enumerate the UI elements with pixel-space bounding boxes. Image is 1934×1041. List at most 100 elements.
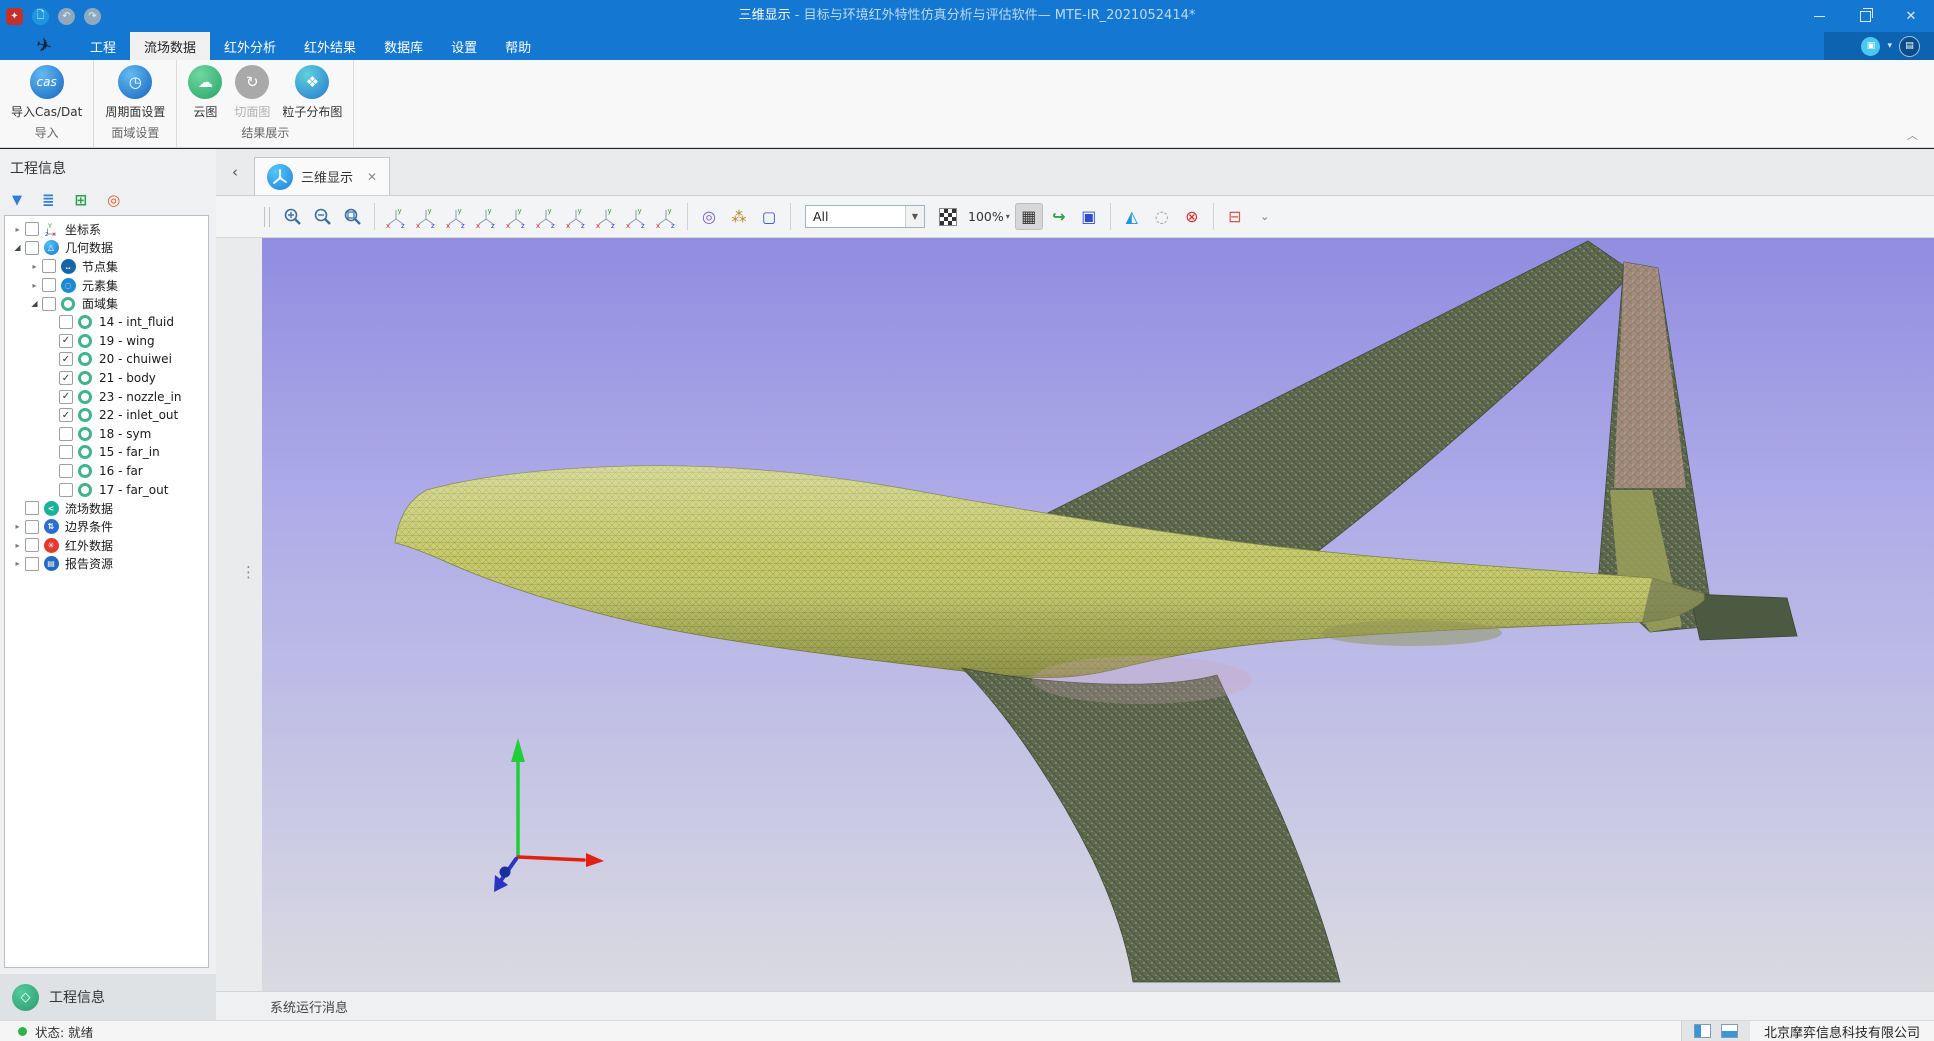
view-rotate-z-icon[interactable]: yxz [652,203,680,230]
tree-row[interactable]: ✓23 - nozzle_in [5,387,208,406]
view-rotate-y-icon[interactable]: yxz [622,203,650,230]
view-top-icon[interactable]: yxz [502,203,530,230]
particle-distribution-button[interactable]: ❖粒子分布图 [277,65,347,120]
tree-checkbox[interactable] [42,259,56,273]
expander-open-icon[interactable]: ◢ [27,299,42,308]
target-icon[interactable]: ◎ [107,193,120,208]
transparency-icon[interactable] [934,203,962,230]
smooth-icon[interactable]: ◌ [1148,203,1176,230]
mesh-toggle-icon[interactable]: ▦ [1015,203,1043,230]
particles-icon[interactable]: ⁂ [725,203,753,230]
toolbar-grip[interactable] [264,207,270,227]
undo-icon[interactable]: ↶ [58,8,75,25]
expander-closed-icon[interactable]: ▸ [27,262,42,271]
view-back-icon[interactable]: yxz [412,203,440,230]
expander-closed-icon[interactable]: ▸ [10,225,25,234]
section-box-icon[interactable]: ⊟ [1221,203,1249,230]
tree-row[interactable]: 14 - int_fluid [5,313,208,332]
tree-row[interactable]: 16 - far [5,462,208,481]
menu-item[interactable]: 流场数据 [130,32,210,60]
tab-3d-view[interactable]: 三维显示✕ [254,157,390,195]
periodic-surface-button[interactable]: ◷周期面设置 [100,65,170,120]
menu-item[interactable]: 红外结果 [290,32,370,60]
tree-row[interactable]: ▸‥节点集 [5,257,208,276]
tab-close-icon[interactable]: ✕ [367,170,377,184]
view-isometric-icon[interactable]: yxz [562,203,590,230]
tree-row[interactable]: ▸▤报告资源 [5,555,208,574]
splitter-handle-icon[interactable]: ⋮ [241,568,256,577]
select-box-icon[interactable]: ▢ [755,203,783,230]
expander-closed-icon[interactable]: ▸ [27,281,42,290]
view-left-icon[interactable]: yxz [442,203,470,230]
tree-checkbox[interactable] [42,278,56,292]
new-document-icon[interactable]: 🗋 [32,8,49,25]
tree-row[interactable]: ◢△几何数据 [5,239,208,258]
tree-row[interactable]: ✓22 - inlet_out [5,406,208,425]
zoom-in-icon[interactable] [279,203,307,230]
tree-row[interactable]: <流场数据 [5,499,208,518]
tree-checkbox[interactable] [59,483,73,497]
expander-closed-icon[interactable]: ▸ [10,559,25,568]
manual-book-icon[interactable]: ▤ [1899,36,1920,57]
expander-closed-icon[interactable]: ▸ [10,541,25,550]
tree-row[interactable]: ▸◌元素集 [5,276,208,295]
restore-button[interactable] [1842,0,1888,32]
menu-item[interactable]: 红外分析 [210,32,290,60]
tree-checkbox[interactable]: ✓ [59,390,73,404]
display-filter-select[interactable]: All▼ [805,205,925,228]
tree-row[interactable]: ▸Yzx坐标系 [5,220,208,239]
tree-checkbox[interactable]: ✓ [59,334,73,348]
import-casdat-button[interactable]: cas导入Cas/Dat [6,65,87,120]
minimize-button[interactable] [1796,0,1842,32]
tree-checkbox[interactable] [25,501,39,515]
tree-checkbox[interactable]: ✓ [59,408,73,422]
tree-row[interactable]: 15 - far_in [5,443,208,462]
grid-view-icon[interactable]: ⊞ [75,193,88,208]
expander-closed-icon[interactable]: ▸ [10,522,25,531]
tree-checkbox[interactable]: ✓ [59,352,73,366]
tree-row[interactable]: ✓19 - wing [5,332,208,351]
tree-checkbox[interactable] [59,445,73,459]
tree-checkbox[interactable] [59,427,73,441]
tree-checkbox[interactable] [42,297,56,311]
zoom-fit-icon[interactable] [339,203,367,230]
export-icon[interactable]: ↪ [1045,203,1073,230]
tree-checkbox[interactable] [25,520,39,534]
quick-view-icon[interactable]: ▣ [1861,37,1880,56]
view-right-icon[interactable]: yxz [472,203,500,230]
mirror-icon[interactable]: ◭ [1118,203,1146,230]
snapshot-icon[interactable]: ▣ [1075,203,1103,230]
view-front-icon[interactable]: yxz [382,203,410,230]
combo-arrow-icon[interactable]: ▼ [905,206,924,227]
tree-row[interactable]: ▸✳红外数据 [5,536,208,555]
tree-row[interactable]: ✓21 - body [5,369,208,388]
quick-view-caret-icon[interactable]: ▾ [1887,41,1892,51]
zoom-level-dropdown[interactable]: 100%▾ [963,209,1014,224]
tree-checkbox[interactable] [25,222,39,236]
tree-row[interactable]: 17 - far_out [5,480,208,499]
redo-icon[interactable]: ↷ [84,8,101,25]
menu-item[interactable]: 数据库 [370,32,437,60]
ribbon-collapse-icon[interactable]: ︿ [1907,127,1918,143]
toolbar-more-caret[interactable]: ⌄ [1251,203,1279,230]
layout-vertical-icon[interactable] [1694,1024,1711,1038]
camera-icon[interactable]: ◎ [695,203,723,230]
zoom-out-icon[interactable] [309,203,337,230]
clear-icon[interactable]: ⊗ [1178,203,1206,230]
panel-splitter[interactable]: ⋮ [216,238,262,991]
view-bottom-icon[interactable]: yxz [532,203,560,230]
viewport-3d[interactable] [262,238,1934,991]
tree-checkbox[interactable] [25,241,39,255]
tree-row[interactable]: ◢面域集 [5,294,208,313]
contour-button[interactable]: ☁云图 [183,65,227,120]
project-panel-footer[interactable]: ◇ 工程信息 [0,974,216,1020]
tab-scroll-left-icon[interactable]: ‹ [216,163,254,181]
filter-icon[interactable]: ▼ [12,193,22,208]
tree-row[interactable]: ✓20 - chuiwei [5,350,208,369]
layout-horizontal-icon[interactable] [1721,1024,1738,1038]
close-button[interactable]: ✕ [1888,0,1934,32]
menu-item[interactable]: 工程 [76,32,130,60]
tree-checkbox[interactable] [59,315,73,329]
view-rotate-x-icon[interactable]: yxz [592,203,620,230]
tree-checkbox[interactable] [25,538,39,552]
